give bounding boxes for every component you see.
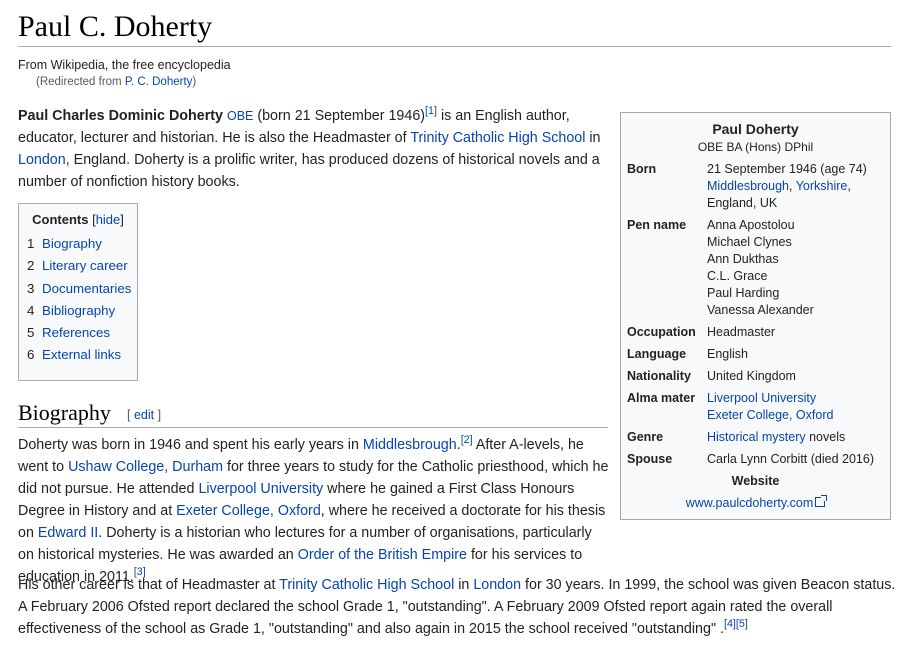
toc-item-biography[interactable]: 1 Biography: [27, 233, 129, 255]
toc-header: Contents [hide]: [32, 212, 124, 227]
edit-section-link[interactable]: edit: [134, 408, 154, 422]
obe-order-link[interactable]: Order of the British Empire: [298, 547, 467, 563]
toc-item-references[interactable]: 5 References: [27, 322, 129, 344]
born-date: 21 September 1946 (age 74): [707, 162, 867, 176]
ref-2-link[interactable]: [2]: [461, 434, 473, 446]
infobox-title: Paul Doherty: [712, 121, 799, 137]
redirect-source-link[interactable]: P. C. Doherty: [125, 76, 193, 88]
born-middlesbrough-link[interactable]: Middlesbrough: [707, 179, 789, 193]
redirect-notice: (Redirected from P. C. Doherty): [36, 76, 197, 88]
infobox-website-label: Website: [731, 474, 780, 488]
ref-5-link[interactable]: [5]: [736, 618, 748, 630]
lead-paragraph: Paul Charles Dominic Doherty OBE (born 2…: [18, 105, 601, 190]
born-yorkshire-link[interactable]: Yorkshire: [796, 179, 848, 193]
pen-name: C.L. Grace: [707, 269, 768, 283]
page-title: Paul C. Doherty: [18, 10, 213, 43]
website-link[interactable]: www.paulcdoherty.com: [686, 496, 814, 510]
title-divider: [18, 46, 891, 47]
exeter-college-link[interactable]: Exeter College, Oxford: [176, 503, 321, 519]
pen-name: Michael Clynes: [707, 235, 792, 249]
alma-exeter-link[interactable]: Exeter College, Oxford: [707, 408, 833, 422]
pen-name: Vanessa Alexander: [707, 303, 814, 317]
pen-name: Anna Apostolou: [707, 218, 795, 232]
toc-item-external-links[interactable]: 6 External links: [27, 344, 129, 366]
alma-liverpool-link[interactable]: Liverpool University: [707, 391, 816, 405]
toc-hide-toggle[interactable]: hide: [96, 212, 121, 227]
london-link-2[interactable]: London: [473, 577, 521, 593]
pen-name: Paul Harding: [707, 286, 780, 300]
heading-divider: [18, 427, 608, 428]
born-country: England, UK: [707, 196, 778, 210]
obe-link[interactable]: OBE: [227, 109, 253, 123]
ushaw-college-link[interactable]: Ushaw College, Durham: [68, 459, 223, 475]
toc-item-literary-career[interactable]: 2 Literary career: [27, 255, 129, 277]
subject-name: Paul Charles Dominic Doherty: [18, 108, 223, 124]
ref-4-link[interactable]: [4]: [724, 618, 736, 630]
london-link[interactable]: London: [18, 152, 66, 168]
toc-item-documentaries[interactable]: 3 Documentaries: [27, 278, 131, 300]
toc-item-bibliography[interactable]: 4 Bibliography: [27, 300, 129, 322]
liverpool-university-link[interactable]: Liverpool University: [198, 481, 323, 497]
edward-ii-link[interactable]: Edward II: [38, 525, 98, 541]
infobox-website: www.paulcdoherty.com: [621, 495, 890, 512]
section-edit: [ edit ]: [127, 408, 162, 422]
middlesbrough-link[interactable]: Middlesbrough: [363, 437, 457, 453]
biography-paragraph-2: His other career is that of Headmaster a…: [18, 577, 896, 637]
table-of-contents: Contents [hide] 1 Biography 2 Literary car…: [18, 203, 138, 381]
trinity-school-link[interactable]: Trinity Catholic High School: [410, 130, 585, 146]
ref-1-link[interactable]: [1]: [425, 105, 437, 117]
biography-paragraph-1: Doherty was born in 1946 and spent his e…: [18, 434, 609, 585]
biography-heading: Biography: [18, 400, 111, 425]
infobox: Paul Doherty OBE BA (Hons) DPhil Born 21…: [620, 112, 891, 520]
infobox-postnominals: OBE BA (Hons) DPhil: [697, 140, 814, 154]
site-tagline: From Wikipedia, the free encyclopedia: [18, 58, 231, 72]
trinity-school-link-2[interactable]: Trinity Catholic High School: [279, 577, 454, 593]
pen-name: Ann Dukthas: [707, 252, 779, 266]
genre-historical-mystery-link[interactable]: Historical mystery: [707, 430, 806, 444]
external-link-icon: [815, 495, 828, 507]
